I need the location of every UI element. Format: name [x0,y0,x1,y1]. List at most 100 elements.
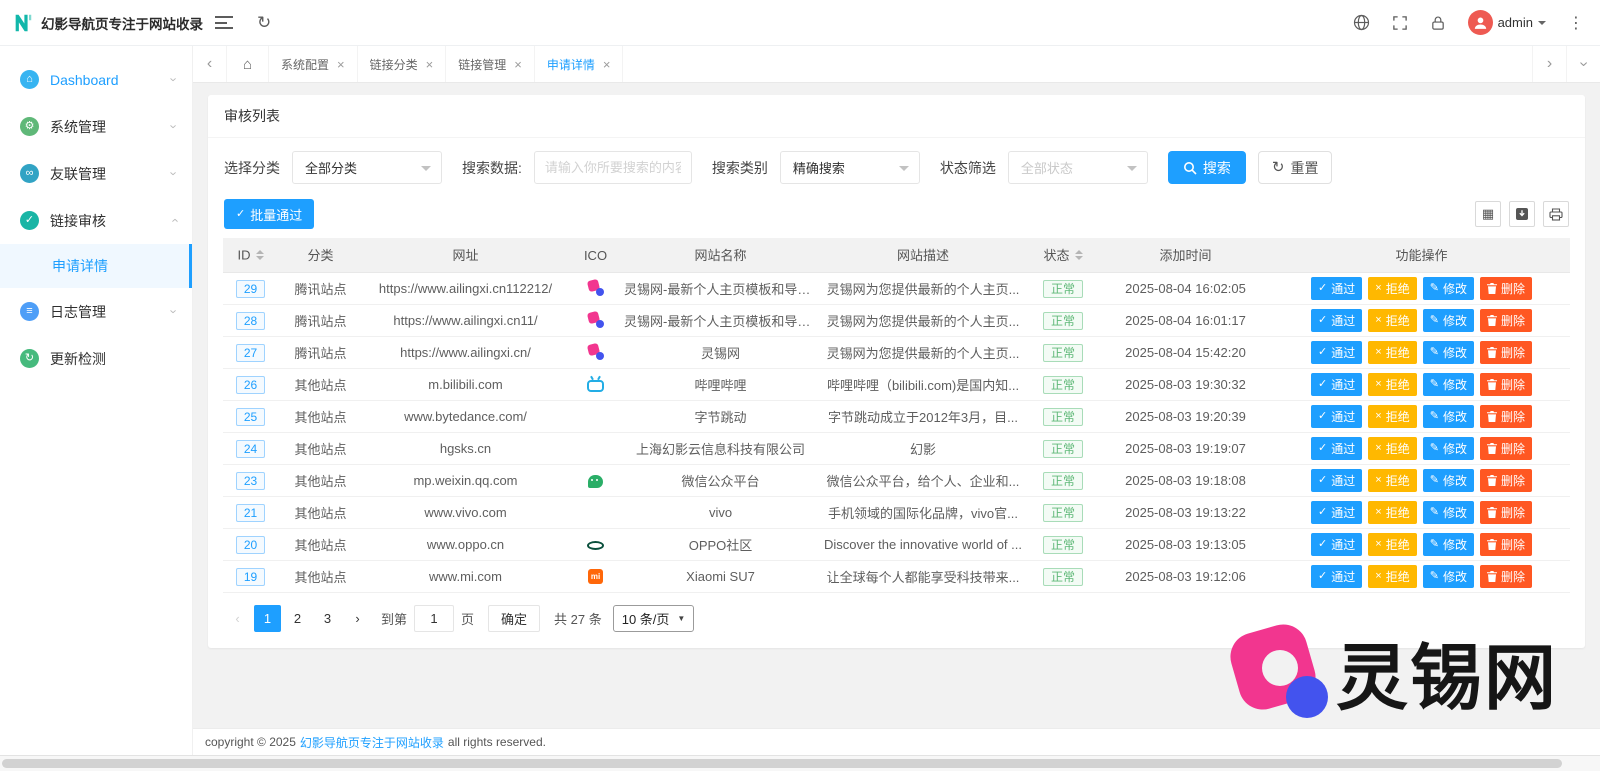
approve-button[interactable]: ✓通过 [1311,565,1362,588]
tab-1[interactable]: 链接分类× [358,46,447,82]
reject-button[interactable]: ×拒绝 [1368,501,1416,524]
close-icon[interactable]: × [514,57,522,72]
cross-icon: × [1375,411,1381,422]
col-header-0[interactable]: ID [223,238,278,272]
approve-button[interactable]: ✓通过 [1311,437,1362,460]
print-icon[interactable] [1543,201,1569,227]
sidebar-menu: ⌂Dashboard›⚙系统管理›∞友联管理›✓链接审核›申请详情≡日志管理›↻… [0,56,192,382]
close-icon[interactable]: × [426,57,434,72]
tab-home[interactable]: ⌂ [227,46,269,82]
edit-button[interactable]: ✎修改 [1423,565,1474,588]
language-globe-icon[interactable] [1353,14,1370,31]
edit-button[interactable]: ✎修改 [1423,277,1474,300]
delete-button[interactable]: 删除 [1480,373,1532,396]
edit-button[interactable]: ✎修改 [1423,469,1474,492]
page-2-button[interactable]: 2 [284,605,311,632]
approve-button[interactable]: ✓通过 [1311,373,1362,396]
tabs-scroll-left-button[interactable]: ‹ [193,46,227,82]
edit-button[interactable]: ✎修改 [1423,501,1474,524]
delete-button[interactable]: 删除 [1480,565,1532,588]
prev-page-button[interactable]: ‹ [224,605,251,632]
caret-down-icon [1127,166,1137,176]
brand: 幻影导航页专注于网站收录 [0,12,193,34]
confirm-jump-button[interactable]: 确定 [488,605,540,632]
tab-3[interactable]: 申请详情× [535,46,624,82]
lock-icon[interactable] [1430,15,1446,31]
favicon-lingxi-icon [588,344,604,360]
delete-button[interactable]: 删除 [1480,533,1532,556]
close-icon[interactable]: × [603,57,611,72]
approve-button[interactable]: ✓通过 [1311,309,1362,332]
close-icon[interactable]: × [337,57,345,72]
approve-button[interactable]: ✓通过 [1311,341,1362,364]
edit-button[interactable]: ✎修改 [1423,309,1474,332]
delete-button[interactable]: 删除 [1480,437,1532,460]
delete-button[interactable]: 删除 [1480,277,1532,300]
status-select[interactable]: 全部状态 [1008,151,1148,184]
tab-2[interactable]: 链接管理× [446,46,535,82]
reject-button[interactable]: ×拒绝 [1368,437,1416,460]
category-select[interactable]: 全部分类 [292,151,442,184]
sidebar-item-1[interactable]: ⚙系统管理› [0,103,192,150]
delete-button[interactable]: 删除 [1480,341,1532,364]
sidebar-item-2[interactable]: ∞友联管理› [0,150,192,197]
approve-button[interactable]: ✓通过 [1311,277,1362,300]
approve-button[interactable]: ✓通过 [1311,533,1362,556]
reject-button[interactable]: ×拒绝 [1368,533,1416,556]
sidebar-subitem-3-0[interactable]: 申请详情 [0,244,192,288]
search-type-select[interactable]: 精确搜索 [780,151,920,184]
edit-button[interactable]: ✎修改 [1423,533,1474,556]
row-url: hgsks.cn [363,432,568,464]
user-menu[interactable]: admin [1468,10,1546,35]
page-1-button[interactable]: 1 [254,605,281,632]
reject-button[interactable]: ×拒绝 [1368,309,1416,332]
reject-button[interactable]: ×拒绝 [1368,565,1416,588]
approve-button[interactable]: ✓通过 [1311,469,1362,492]
search-input[interactable] [534,151,692,184]
col-header-6[interactable]: 状态 [1028,238,1098,272]
page-size-select[interactable]: 10 条/页 ▼ [613,605,695,632]
sidebar-item-0[interactable]: ⌂Dashboard› [0,56,192,103]
row-url: https://www.ailingxi.cn112212/ [363,272,568,304]
collapse-menu-icon[interactable] [215,16,233,29]
edit-button[interactable]: ✎修改 [1423,341,1474,364]
row-added-time: 2025-08-04 16:01:17 [1098,304,1273,336]
horizontal-scrollbar[interactable] [0,755,1600,771]
delete-button[interactable]: 删除 [1480,501,1532,524]
sort-icon[interactable] [256,246,264,264]
reject-button[interactable]: ×拒绝 [1368,373,1416,396]
refresh-icon[interactable]: ↻ [257,14,271,31]
approve-button[interactable]: ✓通过 [1311,405,1362,428]
reject-button[interactable]: ×拒绝 [1368,341,1416,364]
footer-site-link[interactable]: 幻影导航页专注于网站收录 [300,734,444,751]
edit-button[interactable]: ✎修改 [1423,373,1474,396]
row-favicon-cell [568,464,623,496]
next-page-button[interactable]: › [344,605,371,632]
tabs-scroll-right-button[interactable]: › [1532,46,1566,82]
reject-button[interactable]: ×拒绝 [1368,277,1416,300]
export-icon[interactable] [1509,201,1535,227]
search-button[interactable]: 搜索 [1168,151,1246,184]
fullscreen-icon[interactable] [1392,15,1408,31]
scrollbar-thumb[interactable] [2,759,1562,768]
approve-button[interactable]: ✓通过 [1311,501,1362,524]
tab-0[interactable]: 系统配置× [269,46,358,82]
edit-button[interactable]: ✎修改 [1423,437,1474,460]
sidebar-item-4[interactable]: ≡日志管理› [0,288,192,335]
reject-button[interactable]: ×拒绝 [1368,405,1416,428]
tabs-menu-button[interactable]: › [1566,46,1600,82]
page-3-button[interactable]: 3 [314,605,341,632]
sort-icon[interactable] [1075,246,1083,264]
reject-button[interactable]: ×拒绝 [1368,469,1416,492]
table-columns-icon[interactable]: ▦ [1475,201,1501,227]
delete-button[interactable]: 删除 [1480,309,1532,332]
more-menu-icon[interactable]: ⋮ [1568,13,1584,33]
delete-button[interactable]: 删除 [1480,405,1532,428]
reset-button[interactable]: ↻ 重置 [1258,151,1333,184]
jump-page-input[interactable] [414,605,454,632]
batch-approve-button[interactable]: ✓ 批量通过 [224,199,314,229]
sidebar-item-3[interactable]: ✓链接审核› [0,197,192,244]
sidebar-item-5[interactable]: ↻更新检测 [0,335,192,382]
delete-button[interactable]: 删除 [1480,469,1532,492]
edit-button[interactable]: ✎修改 [1423,405,1474,428]
